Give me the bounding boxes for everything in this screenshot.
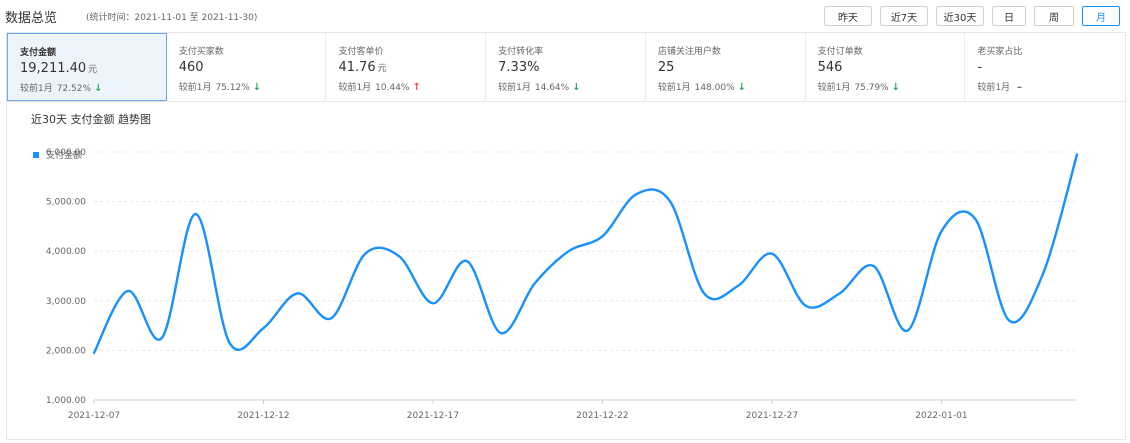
arrow-down-icon: ↓ [737, 82, 747, 93]
data-point [92, 351, 96, 355]
y-tick-label: 3,000.00 [46, 297, 86, 307]
data-point [1007, 319, 1011, 323]
x-tick-label: 2022-01-01 [915, 411, 967, 421]
data-point [600, 234, 604, 238]
data-point [1075, 152, 1079, 156]
kpi-card-unit-price[interactable]: 支付客单价 41.76 元 较前1月 10.44% ↑ [326, 33, 487, 101]
kpi-compare: 较前1月 – [977, 82, 1023, 93]
kpi-card-buyers[interactable]: 支付买家数 460 较前1月 75.12% ↓ [167, 33, 327, 101]
kpi-value: 19,211.40 元 [20, 61, 98, 76]
kpi-compare: 较前1月 148.00% ↓ [657, 82, 747, 93]
top-bar: 数据总览 (统计时间：2021-11-01 至 2021-11-30) 昨天 近… [0, 0, 1130, 32]
kpi-label: 支付金额 [20, 48, 57, 58]
x-tick-label: 2021-12-22 [576, 411, 628, 421]
y-tick-label: 4,000.00 [46, 247, 86, 257]
data-point [261, 326, 265, 330]
kpi-strip: 支付金额 19,211.40 元 较前1月 72.52% ↓ 支付买家数 460 较前… [6, 32, 1126, 102]
kpi-change-pct: 14.64% [534, 83, 570, 93]
y-tick-label: 5,000.00 [46, 198, 86, 208]
x-tick-label: 2021-12-17 [407, 411, 459, 421]
data-point [770, 252, 774, 256]
kpi-card-returning-buyers[interactable]: 老买家占比 - 较前1月 – [965, 33, 1125, 101]
range-7days-button[interactable]: 近7天 [880, 6, 928, 26]
kpi-value: 25 [657, 60, 675, 75]
data-point [499, 331, 503, 335]
data-point [126, 289, 130, 293]
kpi-compare: 较前1月 10.44% ↑ [338, 82, 421, 93]
kpi-label: 店铺关注用户数 [657, 47, 721, 57]
range-week-button[interactable]: 周 [1034, 6, 1074, 26]
data-point [939, 229, 943, 233]
data-point [431, 301, 435, 305]
data-point [329, 316, 333, 320]
x-tick-label: 2021-12-27 [746, 411, 798, 421]
arrow-down-icon: ↓ [252, 82, 262, 93]
arrow-up-icon: ↑ [412, 82, 421, 93]
kpi-compare: 较前1月 72.52% ↓ [20, 83, 103, 94]
data-point [736, 284, 740, 288]
trend-chart: 1,000.00 2,000.00 3,000.00 4,000.00 5,000.00… [46, 148, 1079, 421]
kpi-label: 支付客单价 [338, 47, 384, 57]
range-yesterday-button[interactable]: 昨天 [824, 6, 872, 26]
x-tick-label: 2021-12-07 [68, 411, 120, 421]
kpi-label: 支付订单数 [817, 47, 863, 57]
data-point [363, 252, 367, 256]
kpi-value: 460 [178, 60, 204, 75]
data-point [804, 304, 808, 308]
page-title: 数据总览 [5, 11, 58, 26]
data-point [872, 264, 876, 268]
kpi-unit: 元 [377, 64, 387, 74]
data-point [465, 259, 469, 263]
data-point [228, 341, 232, 345]
kpi-change-pct: 75.79% [854, 83, 889, 93]
kpi-change-pct: 148.00% [694, 83, 735, 93]
data-point [160, 336, 164, 340]
kpi-label: 老买家占比 [977, 47, 1023, 57]
data-point [973, 217, 977, 221]
kpi-value: - [977, 60, 983, 75]
data-point [533, 281, 537, 285]
kpi-card-orders[interactable]: 支付订单数 546 较前1月 75.79% ↓ [806, 33, 966, 101]
kpi-unit: 元 [88, 65, 98, 75]
y-tick-label: 1,000.00 [46, 396, 86, 406]
kpi-change-pct: 10.44% [375, 83, 410, 93]
data-point [634, 192, 638, 196]
kpi-compare: 较前1月 75.79% ↓ [817, 82, 901, 93]
kpi-change-pct: 72.52% [56, 84, 92, 94]
kpi-label: 支付买家数 [178, 47, 224, 57]
data-point [397, 254, 401, 258]
kpi-compare: 较前1月 14.64% ↓ [498, 82, 581, 93]
kpi-value: 41.76 元 [338, 60, 387, 75]
data-point [1041, 272, 1045, 276]
trend-chart-panel: 近30天 支付金额 趋势图 支付金额 1,000.00 2,000.00 3,000… [6, 102, 1126, 440]
data-point [668, 200, 672, 204]
time-range-group: 昨天 近7天 近30天 日 周 月 [824, 6, 1120, 26]
dash-icon: – [1017, 82, 1023, 93]
y-tick-label: 6,000.00 [46, 148, 86, 158]
stat-period: (统计时间：2021-11-01 至 2021-11-30) [86, 13, 258, 23]
data-point [702, 291, 706, 295]
kpi-card-conversion[interactable]: 支付转化率 7.33% 较前1月 14.64% ↓ [486, 33, 646, 101]
y-tick-label: 2,000.00 [46, 346, 86, 356]
kpi-compare: 较前1月 75.12% ↓ [178, 82, 262, 93]
kpi-change-pct: 75.12% [215, 83, 250, 93]
data-point [906, 329, 910, 333]
data-point [567, 249, 571, 253]
kpi-value: 546 [817, 60, 843, 75]
range-30days-button[interactable]: 近30天 [936, 6, 984, 26]
kpi-card-followers[interactable]: 店铺关注用户数 25 较前1月 148.00% ↓ [646, 33, 806, 101]
kpi-card-pay-amount[interactable]: 支付金额 19,211.40 元 较前1月 72.52% ↓ [7, 33, 167, 101]
kpi-value: 7.33% [498, 60, 540, 75]
series-line-pay-amount [92, 153, 1079, 355]
arrow-down-icon: ↓ [572, 82, 581, 93]
data-point [194, 212, 198, 216]
x-tick-label: 2021-12-12 [237, 411, 289, 421]
data-point [295, 291, 299, 295]
arrow-down-icon: ↓ [891, 82, 901, 93]
range-day-button[interactable]: 日 [992, 6, 1026, 26]
kpi-label: 支付转化率 [498, 47, 544, 57]
arrow-down-icon: ↓ [94, 83, 103, 94]
data-point [838, 291, 842, 295]
range-month-button[interactable]: 月 [1082, 6, 1120, 26]
